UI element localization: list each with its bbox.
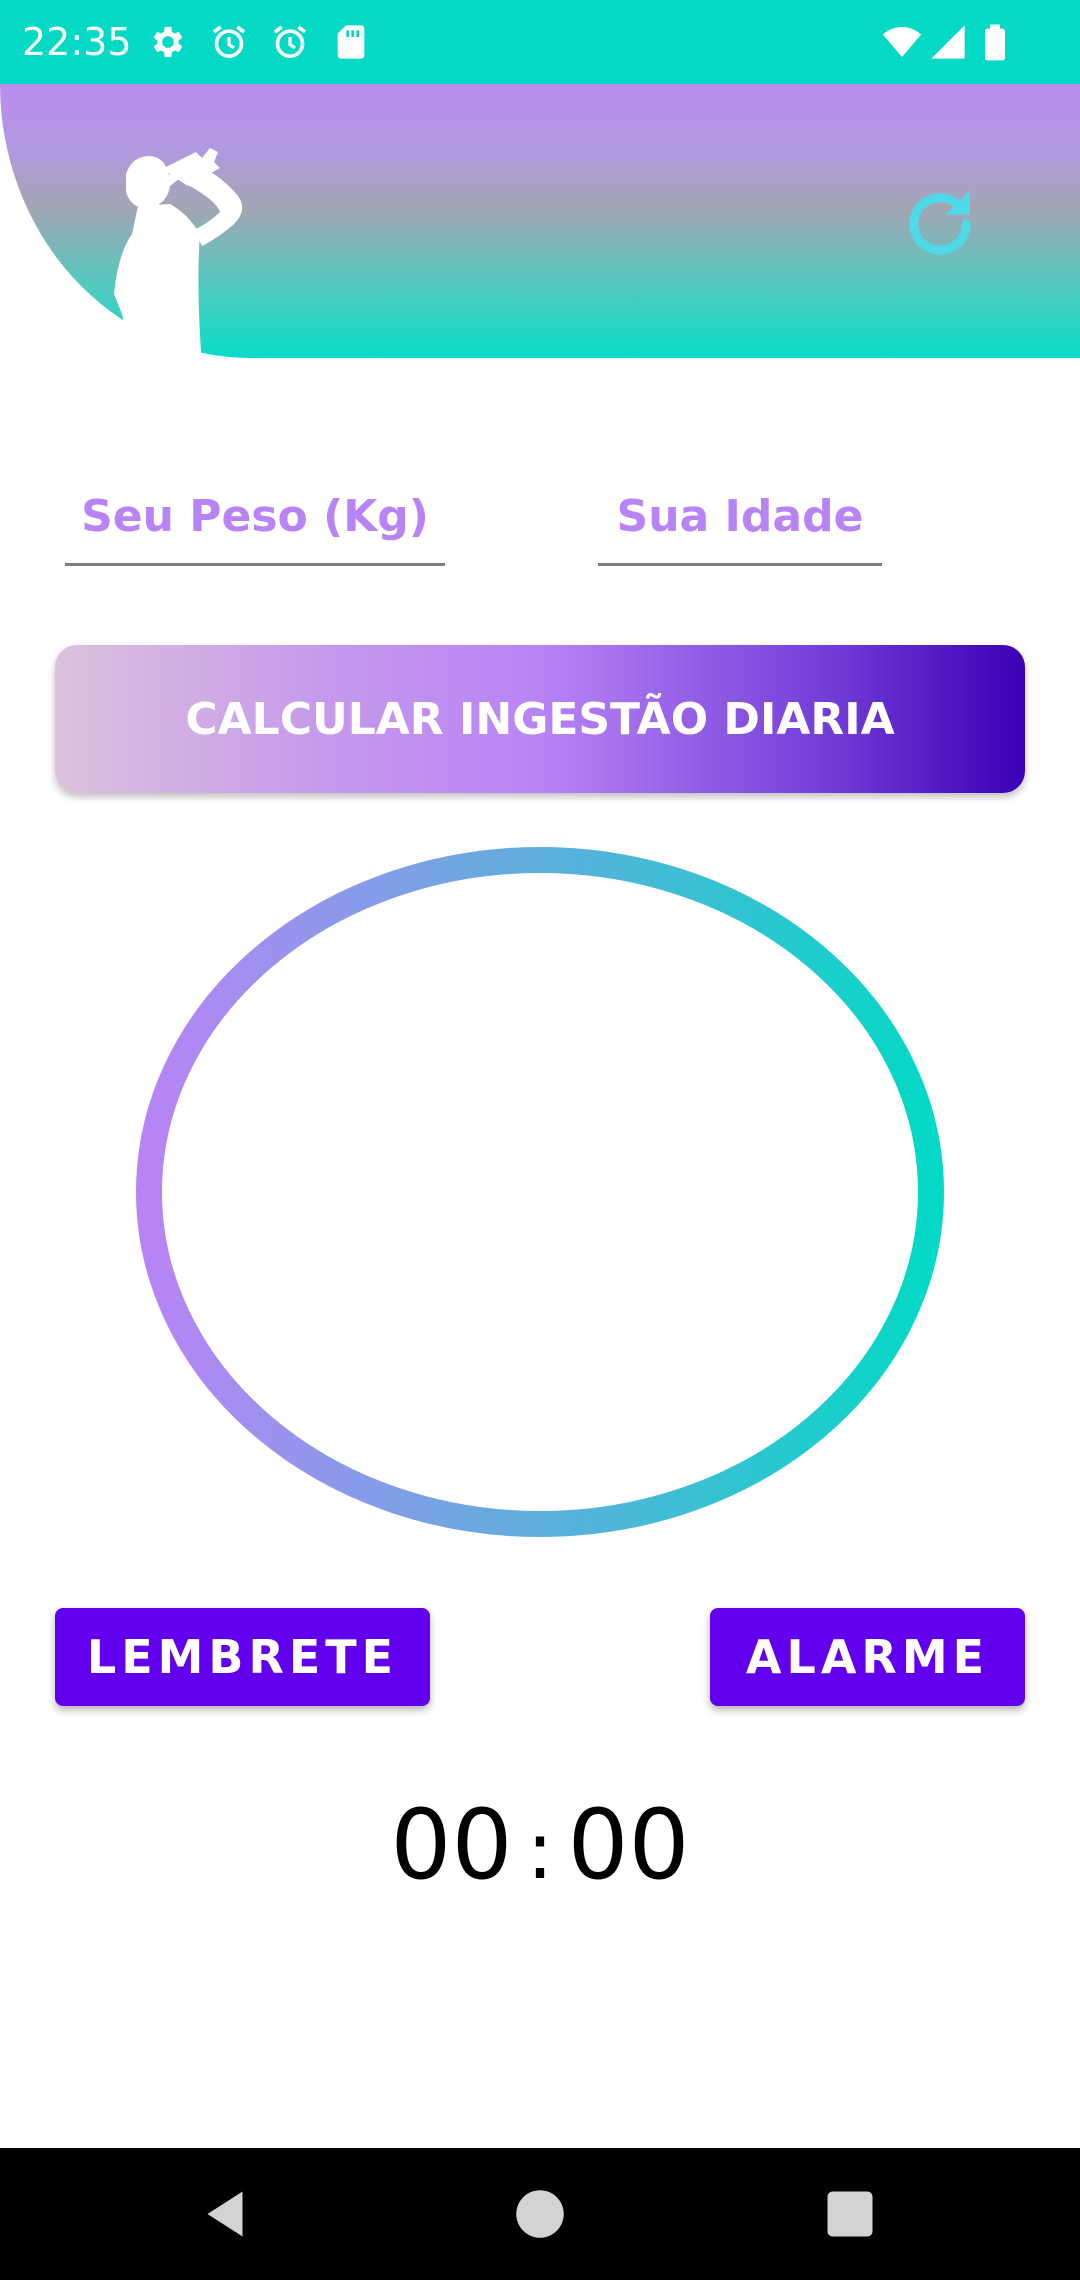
alarme-button[interactable]: ALARME (710, 1608, 1025, 1706)
intake-progress-ring (136, 847, 944, 1537)
timer-hours: 00 (390, 1789, 513, 1901)
lembrete-button[interactable]: LEMBRETE (55, 1608, 430, 1706)
header-banner (0, 84, 1080, 358)
recents-icon[interactable] (820, 2184, 880, 2244)
alarm-icon (273, 25, 307, 59)
timer-separator: : (526, 1804, 554, 1897)
calculate-daily-intake-button[interactable]: CALCULAR INGESTÃO DIARIA (55, 645, 1025, 793)
back-icon[interactable] (195, 2184, 255, 2244)
age-input[interactable] (598, 470, 882, 566)
home-icon[interactable] (510, 2184, 570, 2244)
status-bar: 22:35 (0, 0, 1080, 84)
drinking-person-silhouette (114, 148, 243, 358)
gear-icon (153, 27, 183, 57)
battery-icon (985, 24, 1005, 61)
signal-icon (931, 25, 965, 59)
refresh-button[interactable] (895, 179, 985, 269)
sd-card-icon (337, 25, 365, 59)
weight-input[interactable] (65, 470, 445, 566)
navigation-bar (0, 2148, 1080, 2280)
wifi-icon (882, 27, 922, 57)
status-time: 22:35 (22, 20, 132, 64)
timer-minutes: 00 (567, 1789, 690, 1901)
alarm-icon (212, 25, 246, 59)
timer-display: 00:00 (0, 1790, 1080, 1900)
